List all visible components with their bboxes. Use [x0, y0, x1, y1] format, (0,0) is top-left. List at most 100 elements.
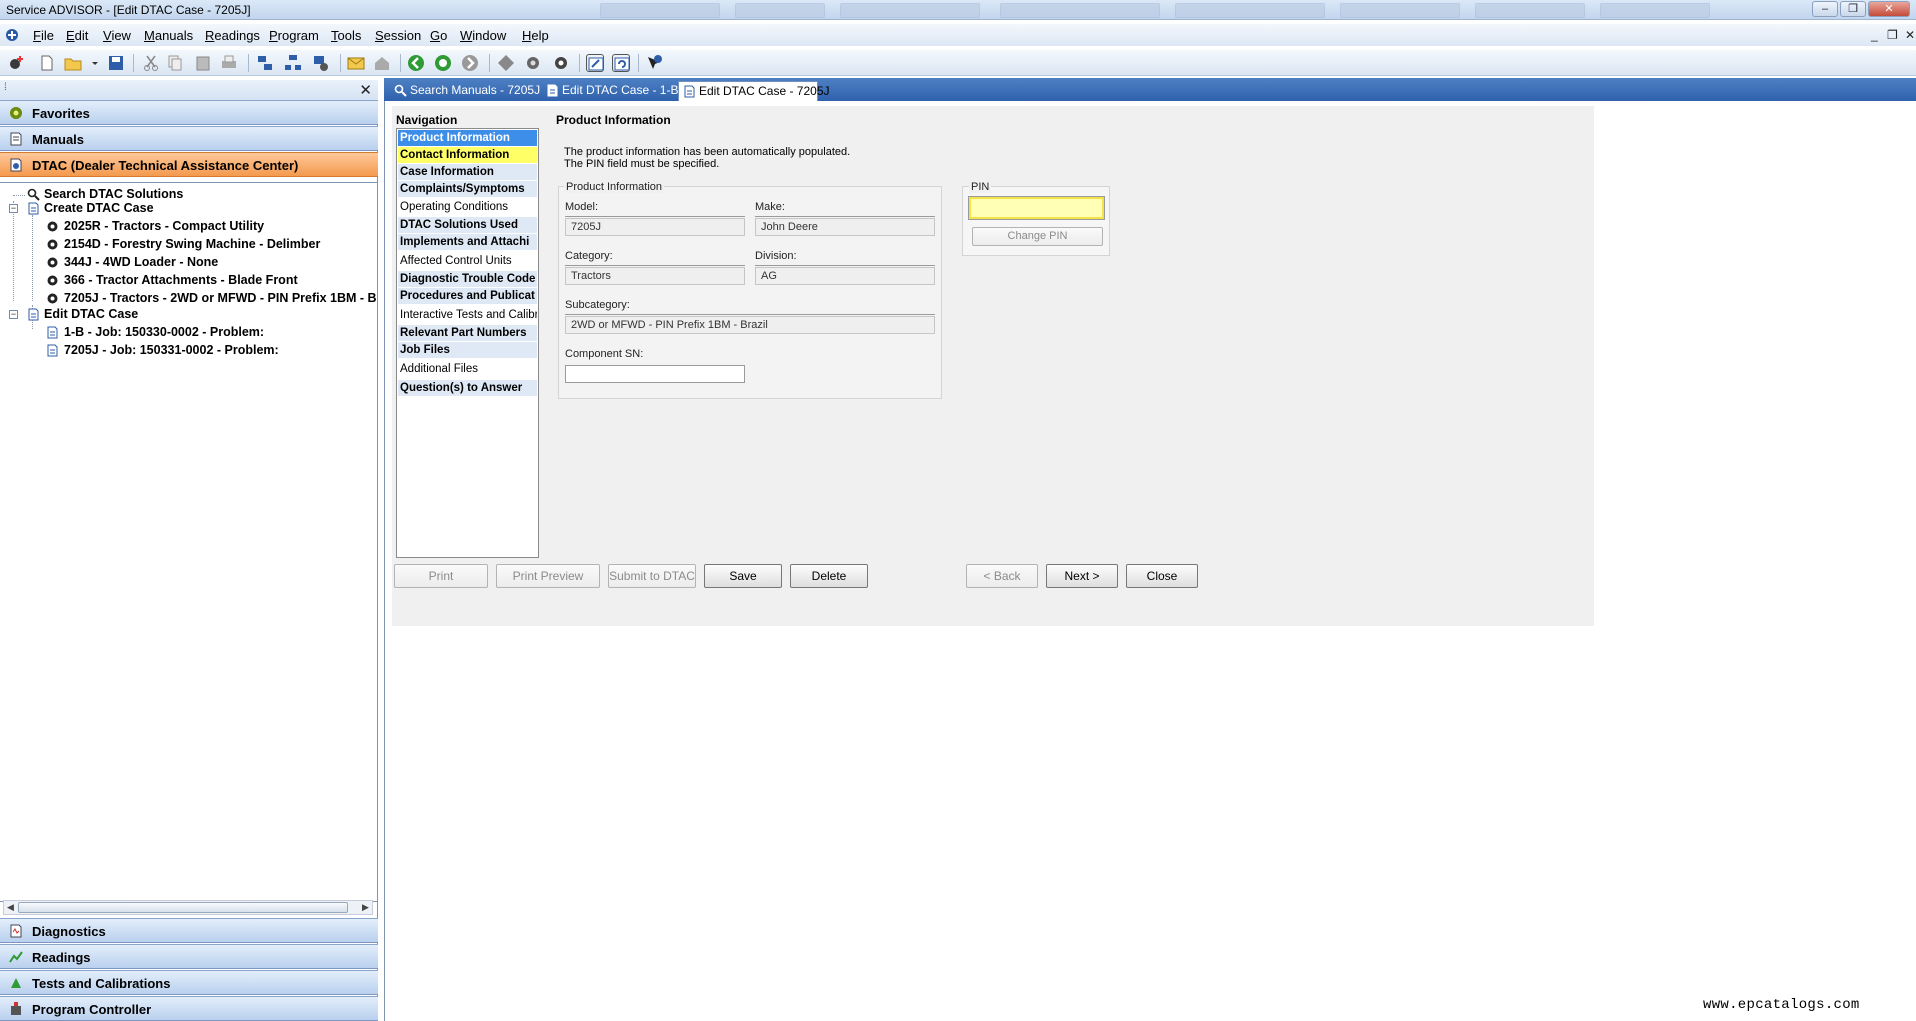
email-icon[interactable]: [347, 54, 365, 72]
nav-item-relevant-part-numbers[interactable]: Relevant Part Numbers: [398, 325, 537, 341]
horizontal-scrollbar[interactable]: ◀ ▶: [3, 900, 373, 915]
menu-tools[interactable]: Tools: [331, 28, 361, 43]
close-window-button[interactable]: ✕: [1868, 1, 1910, 17]
menu-program[interactable]: Program: [269, 28, 319, 43]
nav-item-contact-information[interactable]: Contact Information: [398, 147, 537, 163]
left-panel: ⁞ ✕ Favorites Manuals DTAC (Dealer Techn…: [0, 80, 378, 1021]
nav-item-operating-conditions[interactable]: Operating Conditions: [398, 199, 537, 215]
refresh-icon[interactable]: [612, 54, 630, 72]
nav-item-job-files[interactable]: Job Files: [398, 342, 537, 358]
print-preview-button[interactable]: Print Preview: [496, 564, 600, 588]
nav-item-affected-control-units[interactable]: Affected Control Units: [398, 253, 537, 269]
save-icon[interactable]: [107, 54, 125, 72]
gear-icon[interactable]: [524, 54, 542, 72]
accordion-program-controller[interactable]: Program Controller: [0, 996, 378, 1021]
nav-item-interactive-tests[interactable]: Interactive Tests and Calibra: [398, 307, 537, 323]
nav-item-implements[interactable]: Implements and Attachi: [398, 234, 537, 250]
new-document-icon[interactable]: [38, 54, 56, 72]
menu-go[interactable]: Go: [430, 28, 447, 43]
tree-create-item[interactable]: 366 - Tractor Attachments - Blade Front: [64, 273, 298, 287]
accordion-label: Manuals: [32, 132, 85, 147]
collapse-icon[interactable]: −: [9, 204, 18, 213]
mdi-minimize-icon[interactable]: _: [1871, 28, 1878, 42]
close-panel-icon[interactable]: ✕: [359, 81, 372, 99]
tab-edit-dtac-1b[interactable]: Edit DTAC Case - 1-B: [542, 81, 678, 101]
tab-edit-dtac-7205j[interactable]: Edit DTAC Case - 7205J: [678, 81, 830, 101]
tree-edit-dtac[interactable]: Edit DTAC Case: [44, 307, 138, 321]
nav-item-procedures[interactable]: Procedures and Publicat: [398, 288, 537, 304]
accordion-readings[interactable]: Readings: [0, 944, 378, 969]
menu-manuals[interactable]: Manuals: [144, 28, 193, 43]
home-icon[interactable]: [373, 54, 391, 72]
nav-item-questions[interactable]: Question(s) to Answer: [398, 380, 537, 396]
tree-edit-item[interactable]: 1-B - Job: 150330-0002 - Problem:: [64, 325, 264, 339]
menu-session[interactable]: Session: [375, 28, 421, 43]
tree-create-item[interactable]: 2025R - Tractors - Compact Utility: [64, 219, 264, 233]
copy-icon[interactable]: [166, 54, 184, 72]
nav-item-complaints[interactable]: Complaints/Symptoms: [398, 181, 537, 197]
tree-edit-item[interactable]: 7205J - Job: 150331-0002 - Problem:: [64, 343, 279, 357]
menu-window[interactable]: Window: [460, 28, 506, 43]
forward-arrow-icon[interactable]: [461, 54, 479, 72]
accordion-favorites[interactable]: Favorites: [0, 100, 378, 125]
menu-edit[interactable]: Edit: [66, 28, 88, 43]
diamond-icon[interactable]: [497, 54, 515, 72]
open-folder-icon[interactable]: [64, 54, 82, 72]
next-button[interactable]: Next >: [1046, 564, 1118, 588]
nav-item-diagnostic-trouble-codes[interactable]: Diagnostic Trouble Code: [398, 271, 537, 287]
collapse-icon[interactable]: −: [9, 310, 18, 319]
tree-create-item[interactable]: 7205J - Tractors - 2WD or MFWD - PIN Pre…: [64, 291, 377, 305]
change-pin-button[interactable]: Change PIN: [972, 227, 1103, 246]
accordion-dtac[interactable]: DTAC (Dealer Technical Assistance Center…: [0, 152, 378, 177]
accordion-diagnostics[interactable]: Diagnostics: [0, 918, 378, 943]
cut-icon[interactable]: [142, 54, 160, 72]
accordion-manuals[interactable]: Manuals: [0, 126, 378, 151]
pin-input[interactable]: [968, 196, 1105, 220]
connect-icon[interactable]: [256, 54, 274, 72]
network-icon[interactable]: [284, 54, 302, 72]
back-arrow-icon[interactable]: [407, 54, 425, 72]
mdi-close-icon[interactable]: ✕: [1905, 28, 1915, 42]
close-button[interactable]: Close: [1126, 564, 1198, 588]
app-icon[interactable]: [4, 27, 20, 46]
tree-create-item[interactable]: 2154D - Forestry Swing Machine - Delimbe…: [64, 237, 320, 251]
back-button[interactable]: < Back: [966, 564, 1038, 588]
scroll-left-icon[interactable]: ◀: [4, 901, 17, 914]
scroll-thumb[interactable]: [18, 902, 348, 913]
nav-item-additional-files[interactable]: Additional Files: [398, 361, 537, 377]
sync-icon[interactable]: [312, 54, 330, 72]
component-sn-input[interactable]: [565, 365, 745, 383]
help-pointer-icon[interactable]: [645, 54, 663, 72]
chevron-down-icon[interactable]: [86, 54, 98, 72]
mdi-restore-icon[interactable]: ❐: [1887, 28, 1898, 42]
tree-create-dtac[interactable]: Create DTAC Case: [44, 201, 154, 215]
tab-search-manuals[interactable]: Search Manuals - 7205J: [390, 81, 540, 101]
save-button[interactable]: Save: [704, 564, 782, 588]
menu-help[interactable]: Help: [522, 28, 549, 43]
delete-button[interactable]: Delete: [790, 564, 868, 588]
window-switch-icon[interactable]: [586, 54, 604, 72]
restore-button[interactable]: ❐: [1840, 1, 1866, 17]
tree-search-dtac[interactable]: Search DTAC Solutions: [44, 187, 183, 201]
minimize-button[interactable]: –: [1812, 1, 1838, 17]
menu-view[interactable]: View: [103, 28, 131, 43]
history-icon[interactable]: [434, 54, 452, 72]
nav-item-dtac-solutions[interactable]: DTAC Solutions Used: [398, 217, 537, 233]
scroll-right-icon[interactable]: ▶: [359, 901, 372, 914]
grip-icon[interactable]: ⁞: [4, 82, 7, 93]
nav-item-product-information[interactable]: Product Information: [398, 130, 537, 146]
print-icon[interactable]: [220, 54, 238, 72]
tab-strip: Search Manuals - 7205J Edit DTAC Case - …: [384, 78, 1916, 101]
component-sn-label: Component SN:: [565, 348, 644, 360]
paste-icon[interactable]: [194, 54, 212, 72]
pin-group: PIN Change PIN: [962, 181, 1110, 256]
tree-create-item[interactable]: 344J - 4WD Loader - None: [64, 255, 218, 269]
settings-gear-icon[interactable]: [552, 54, 570, 72]
submit-to-dtac-button[interactable]: Submit to DTAC: [608, 564, 696, 588]
menu-file[interactable]: File: [33, 28, 54, 43]
print-button[interactable]: Print: [394, 564, 488, 588]
nav-item-case-information[interactable]: Case Information: [398, 164, 537, 180]
new-case-icon[interactable]: [8, 54, 26, 72]
accordion-tests[interactable]: Tests and Calibrations: [0, 970, 378, 995]
menu-readings[interactable]: Readings: [205, 28, 260, 43]
